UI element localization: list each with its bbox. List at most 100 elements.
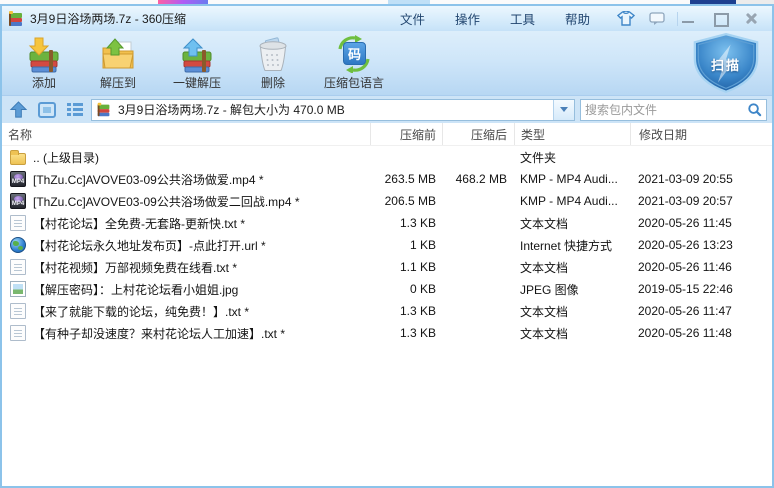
delete-label: 删除 [261,74,285,91]
search-icon[interactable] [747,102,762,117]
modified-date-cell: 2020-05-26 13:23 [630,238,772,252]
modified-date-cell: 2020-05-26 11:45 [630,216,772,230]
table-row[interactable]: MP4 [ThZu.Cc]AVOVE03-09公共浴场做爱二回战.mp4 * 2… [2,190,772,212]
archive-path-text: 3月9日浴场两场.7z - 解包大小为 470.0 MB [118,101,345,118]
table-row[interactable]: 【有种子却没速度？来村花论坛人工加速】.txt * 1.3 KB 文本文档 20… [2,322,772,344]
extract-to-label: 解压到 [100,74,136,91]
file-type-cell: 文本文档 [514,215,630,232]
size-before-cell: 1 KB [370,238,442,252]
mp4-file-icon: MP4 [10,193,26,209]
toolbar: 添加 解压到 一键解压 [2,31,772,95]
menu-bar: 文件 操作 工具 帮助 [385,6,605,31]
menu-action[interactable]: 操作 [440,6,495,31]
extract-to-button[interactable]: 解压到 [80,31,156,91]
archive-language-button[interactable]: 码 压缩包语言 [308,31,400,91]
file-type-cell: JPEG 图像 [514,281,630,298]
add-label: 添加 [32,74,56,91]
title-bar: 3月9日浴场两场.7z - 360压缩 文件 操作 工具 帮助 [2,6,772,31]
url-file-icon [10,237,26,253]
detail-view-button[interactable] [63,99,86,121]
size-before-cell: 1.3 KB [370,216,442,230]
menu-file[interactable]: 文件 [385,6,440,31]
file-name-cell: MP4 [ThZu.Cc]AVOVE03-09公共浴场做爱.mp4 * [2,171,370,188]
scan-button[interactable]: 扫描 [686,33,766,93]
feedback-bubble-icon[interactable] [649,12,665,26]
mp4-file-icon: MP4 [10,171,26,187]
up-directory-button[interactable] [7,99,30,121]
trash-icon [253,35,293,73]
scan-label: 扫描 [711,55,741,74]
column-header-name[interactable]: 名称 [2,123,370,145]
file-name: [ThZu.Cc]AVOVE03-09公共浴场做爱二回战.mp4 * [33,193,300,210]
add-button[interactable]: 添加 [8,31,80,91]
file-name-cell: MP4 [ThZu.Cc]AVOVE03-09公共浴场做爱二回战.mp4 * [2,193,370,210]
icon-view-button[interactable] [35,99,58,121]
one-click-extract-icon [177,35,217,73]
table-row[interactable]: .. (上级目录) 文件夹 [2,146,772,168]
file-name: 【村花视频】万部视频免费在线看.txt * [33,259,237,276]
table-row[interactable]: 【村花视频】万部视频免费在线看.txt * 1.1 KB 文本文档 2020-0… [2,256,772,278]
search-input[interactable] [585,103,747,117]
size-before-cell: 263.5 MB [370,172,442,186]
table-row[interactable]: 【解压密码】：上村花论坛看小姐姐.jpg 0 KB JPEG 图像 2019-0… [2,278,772,300]
size-before-cell: 1.1 KB [370,260,442,274]
maximize-button[interactable] [712,12,728,26]
up-arrow-icon [9,100,28,119]
jpg-file-icon [10,281,26,297]
titlebar-utility-icons [617,11,665,26]
minimize-button[interactable] [680,12,696,26]
file-name: 【村花论坛】全免费-无套路-更新快.txt * [33,215,245,232]
column-header-date[interactable]: 修改日期 [630,123,772,145]
folder-file-icon [10,153,26,165]
address-bar: 3月9日浴场两场.7z - 解包大小为 470.0 MB [2,95,772,123]
file-name-cell: 【有种子却没速度？来村花论坛人工加速】.txt * [2,325,370,342]
table-row[interactable]: 【来了就能下载的论坛，纯免费！】.txt * 1.3 KB 文本文档 2020-… [2,300,772,322]
file-name-cell: .. (上级目录) [2,149,370,166]
path-dropdown-button[interactable] [553,100,574,120]
menu-help[interactable]: 帮助 [550,6,605,31]
file-name-cell: 【村花论坛永久地址发布页】-点此打开.url * [2,237,370,254]
txt-file-icon [10,303,26,319]
file-name: [ThZu.Cc]AVOVE03-09公共浴场做爱.mp4 * [33,171,264,188]
file-type-cell: 文件夹 [514,149,630,166]
size-before-cell: 0 KB [370,282,442,296]
column-header-size-before[interactable]: 压缩前 [370,123,442,145]
txt-file-icon [10,259,26,275]
close-button[interactable] [744,12,760,26]
modified-date-cell: 2019-05-15 22:46 [630,282,772,296]
modified-date-cell: 2020-05-26 11:46 [630,260,772,274]
column-header-type[interactable]: 类型 [514,123,630,145]
file-name-cell: 【来了就能下载的论坛，纯免费！】.txt * [2,303,370,320]
table-row[interactable]: 【村花论坛永久地址发布页】-点此打开.url * 1 KB Internet 快… [2,234,772,256]
file-name: .. (上级目录) [33,149,99,166]
extract-to-icon [98,35,138,73]
delete-button[interactable]: 删除 [238,31,308,91]
table-row[interactable]: MP4 [ThZu.Cc]AVOVE03-09公共浴场做爱.mp4 * 263.… [2,168,772,190]
skin-tshirt-icon[interactable] [617,11,635,26]
file-list-body: .. (上级目录) 文件夹 MP4 [ThZu.Cc]AVOVE03-09公共浴… [2,146,772,481]
one-click-extract-label: 一键解压 [173,74,221,91]
file-name: 【来了就能下载的论坛，纯免费！】.txt * [33,303,249,320]
file-name: 【解压密码】：上村花论坛看小姐姐.jpg [33,281,238,298]
window-title: 3月9日浴场两场.7z - 360压缩 [30,10,186,27]
window-controls [680,12,766,26]
icon-view-icon [38,102,56,118]
titlebar-separator [677,12,678,26]
modified-date-cell: 2020-05-26 11:48 [630,326,772,340]
file-type-cell: KMP - MP4 Audi... [514,194,630,208]
archive-language-label: 压缩包语言 [324,74,384,91]
size-before-cell: 1.3 KB [370,304,442,318]
file-name-cell: 【解压密码】：上村花论坛看小姐姐.jpg [2,281,370,298]
txt-file-icon [10,325,26,341]
menu-tools[interactable]: 工具 [495,6,550,31]
archive-path-icon [97,102,111,116]
one-click-extract-button[interactable]: 一键解压 [156,31,238,91]
add-archive-icon [24,35,64,73]
size-after-cell: 468.2 MB [442,172,514,186]
column-header-size-after[interactable]: 压缩后 [442,123,514,145]
archive-path-combobox[interactable]: 3月9日浴场两场.7z - 解包大小为 470.0 MB [91,99,575,121]
file-type-cell: 文本文档 [514,259,630,276]
file-name: 【有种子却没速度？来村花论坛人工加速】.txt * [33,325,285,342]
table-row[interactable]: 【村花论坛】全免费-无套路-更新快.txt * 1.3 KB 文本文档 2020… [2,212,772,234]
app-window: 3月9日浴场两场.7z - 360压缩 文件 操作 工具 帮助 [0,4,774,488]
